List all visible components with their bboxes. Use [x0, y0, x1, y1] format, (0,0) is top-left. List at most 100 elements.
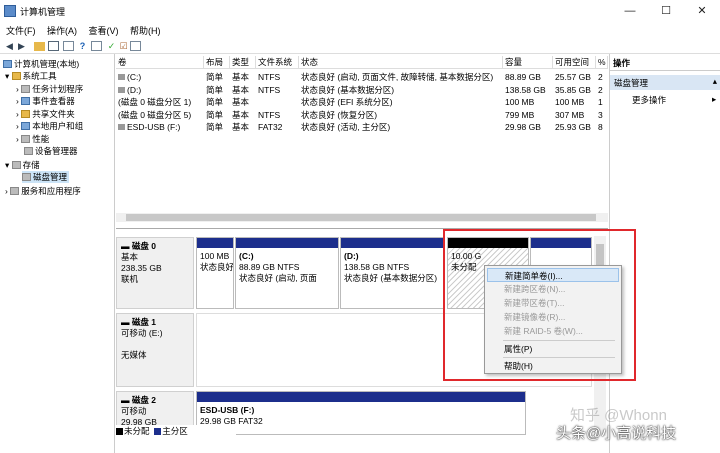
services-icon	[10, 187, 20, 195]
disk-1-name: ▬ 磁盘 1	[121, 317, 156, 327]
tree-root[interactable]: 计算机管理(本地)	[3, 58, 79, 70]
more-actions[interactable]: 更多操作 ▸	[632, 94, 716, 106]
show-hide-tree-icon[interactable]	[48, 41, 59, 51]
menu-view[interactable]: 查看(V)	[83, 22, 122, 37]
table-cell: 基本	[232, 72, 250, 82]
column-percent[interactable]: %	[596, 56, 608, 69]
navigation-tree: 计算机管理(本地) ▾ 系统工具 › 任务计划程序 › 事件查看器 › 共享文件…	[0, 54, 115, 453]
actions-section-label: 磁盘管理	[614, 78, 649, 88]
column-layout[interactable]: 布局	[204, 56, 230, 69]
actions-section-disk-management[interactable]: 磁盘管理 ▴	[610, 75, 720, 90]
tree-system-tools[interactable]: ▾ 系统工具	[5, 70, 57, 82]
table-cell: 100 MB	[555, 97, 585, 107]
table-row[interactable]: (磁盘 0 磁盘分区 1) 简单 基本 状态良好 (EFI 系统分区) 100 MB 10…	[116, 96, 608, 108]
menu-help[interactable]: 帮助(H)	[124, 22, 164, 37]
disk-0-label[interactable]: ▬ 磁盘 0 基本 238.35 GB 联机	[116, 237, 194, 309]
collapse-arrow-icon: ▴	[712, 76, 717, 86]
table-row[interactable]: (磁盘 0 磁盘分区 5) 简单 基本 NTFS 状态良好 (恢复分区) 799 MB 30…	[116, 109, 608, 121]
menu-bar: 文件(F) 操作(A) 查看(V) 帮助(H)	[0, 22, 720, 38]
up-folder-icon[interactable]	[34, 42, 45, 51]
column-capacity[interactable]: 容量	[503, 56, 553, 69]
table-cell: 29.98 GB	[505, 122, 541, 132]
maximize-button[interactable]: ☐	[648, 0, 684, 22]
tree-event-viewer[interactable]: › 事件查看器	[16, 95, 75, 107]
unallocated-label: 未分配	[451, 262, 477, 272]
table-row[interactable]: (D:) 简单 基本 NTFS 状态良好 (基本数据分区) 138.58 GB 35.85 …	[116, 84, 608, 96]
menu-help[interactable]: 帮助(H)	[487, 359, 619, 373]
partition-f[interactable]: ESD-USB (F:) 29.98 GB FAT32	[196, 391, 526, 435]
table-cell: 基本	[232, 122, 250, 132]
partition-efi-status: 状态良好	[200, 262, 234, 272]
table-cell: 2	[598, 72, 603, 82]
device-icon	[24, 147, 33, 155]
properties-icon[interactable]	[63, 41, 74, 51]
rescan-icon[interactable]	[130, 41, 141, 51]
minimize-button[interactable]: —	[612, 0, 648, 22]
view-icon[interactable]	[91, 41, 102, 51]
table-row[interactable]: ESD-USB (F:) 简单 基本 FAT32 状态良好 (活动, 主分区) 29.98…	[116, 121, 608, 133]
tree-task-scheduler[interactable]: › 任务计划程序	[16, 83, 83, 95]
menu-new-raid5-volume[interactable]: 新建 RAID-5 卷(W)...	[487, 324, 619, 338]
storage-icon	[11, 161, 21, 169]
partition-efi[interactable]: 100 MB 状态良好	[196, 237, 234, 309]
column-status[interactable]: 状态	[299, 56, 503, 69]
title-bar: 计算机管理 — ☐ ✕	[0, 0, 720, 22]
table-cell: 简单	[206, 109, 224, 120]
menu-action[interactable]: 操作(A)	[41, 22, 80, 37]
table-row[interactable]: (C:) 简单 基本 NTFS 状态良好 (启动, 页面文件, 故障转储, 基本数据分区…	[116, 71, 608, 83]
table-cell: 简单	[206, 72, 224, 82]
partition-c-status: 状态良好 (启动, 页面	[239, 273, 317, 283]
help-icon[interactable]: ?	[77, 41, 88, 51]
menu-new-mirrored-volume[interactable]: 新建镜像卷(R)...	[487, 310, 619, 324]
tree-services-apps[interactable]: › 服务和应用程序	[5, 185, 81, 197]
partition-f-name: ESD-USB (F:)	[200, 405, 255, 415]
table-cell: FAT32	[258, 122, 283, 132]
table-cell: 简单	[206, 97, 224, 107]
actions-header: 操作	[610, 57, 720, 71]
column-volume[interactable]: 卷	[116, 56, 204, 69]
table-cell: 状态良好 (启动, 页面文件, 故障转储, 基本数据分区)	[301, 72, 494, 82]
tree-storage[interactable]: ▾ 存储	[5, 159, 40, 171]
check-icon[interactable]: ☑	[118, 41, 129, 51]
close-button[interactable]: ✕	[684, 0, 720, 22]
column-filesystem[interactable]: 文件系统	[256, 56, 299, 69]
tree-shared-folders[interactable]: › 共享文件夹	[16, 108, 75, 120]
partition-c[interactable]: (C:) 88.89 GB NTFS 状态良好 (启动, 页面	[235, 237, 339, 309]
more-actions-label: 更多操作	[632, 95, 667, 105]
menu-new-simple-volume[interactable]: 新建简单卷(I)...	[487, 268, 619, 282]
disk-1-status: 无媒体	[121, 350, 147, 360]
tools-icon	[11, 72, 21, 80]
forward-arrow-icon[interactable]: ▶	[16, 41, 27, 51]
table-cell: 状态良好 (基本数据分区)	[301, 84, 395, 95]
partition-d[interactable]: (D:) 138.58 GB NTFS 状态良好 (基本数据分区)	[340, 237, 444, 309]
tree-disk-management[interactable]: 磁盘管理	[22, 171, 70, 183]
back-arrow-icon[interactable]: ◀	[4, 41, 15, 51]
table-cell: 状态良好 (EFI 系统分区)	[301, 97, 393, 107]
menu-file[interactable]: 文件(F)	[0, 22, 39, 37]
connect-icon[interactable]: ✓	[106, 41, 117, 51]
disk-1-label[interactable]: ▬ 磁盘 1 可移动 (E:) 无媒体	[116, 313, 194, 387]
column-free-space[interactable]: 可用空间	[553, 56, 596, 69]
computer-management-icon	[4, 5, 16, 17]
menu-new-spanned-volume[interactable]: 新建跨区卷(N)...	[487, 282, 619, 296]
tree-device-manager[interactable]: 设备管理器	[24, 145, 78, 157]
table-cell: 25.57 GB	[555, 72, 591, 82]
tree-performance[interactable]: › 性能	[16, 133, 49, 145]
table-cell: NTFS	[258, 109, 281, 120]
folder-icon	[21, 110, 31, 118]
partition-d-name: (D:)	[344, 251, 359, 261]
computer-icon	[3, 60, 12, 68]
menu-new-striped-volume[interactable]: 新建带区卷(T)...	[487, 296, 619, 310]
disk-icon	[22, 173, 31, 181]
table-cell: 35.85 GB	[555, 84, 591, 95]
scrollbar-thumb[interactable]	[126, 214, 596, 221]
column-type[interactable]: 类型	[230, 56, 256, 69]
legend-primary: 主分区	[162, 426, 188, 436]
table-cell: ESD-USB (F:)	[127, 122, 181, 132]
horizontal-scrollbar[interactable]	[116, 213, 608, 222]
menu-properties[interactable]: 属性(P)	[487, 342, 619, 356]
primary-swatch	[154, 428, 162, 435]
disk-0-status: 联机	[121, 274, 139, 284]
legend: 未分配 主分区	[116, 425, 236, 437]
tree-local-users[interactable]: › 本地用户和组	[16, 120, 83, 132]
